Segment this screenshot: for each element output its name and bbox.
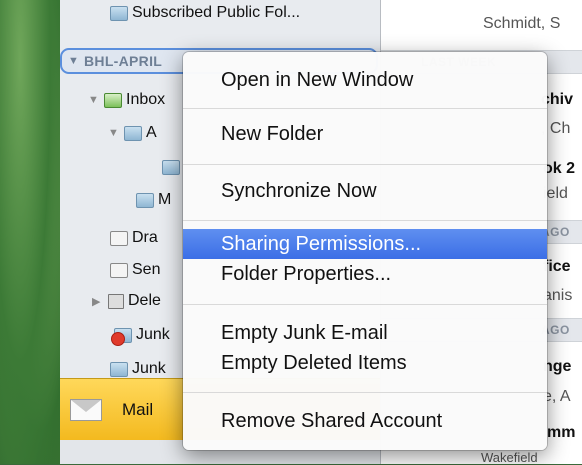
folder-label: Junk [132, 360, 166, 377]
menu-separator [183, 304, 547, 305]
folder-icon [110, 361, 128, 377]
folder-label: Junk [136, 326, 170, 343]
trash-icon [108, 293, 124, 309]
disclosure-triangle-icon[interactable]: ▼ [68, 55, 84, 67]
inbox-icon [104, 92, 122, 108]
menu-item-empty-deleted-items[interactable]: Empty Deleted Items [183, 348, 547, 378]
menu-item-synchronize-now[interactable]: Synchronize Now [183, 173, 547, 209]
folder-label: A [146, 124, 157, 141]
folder-inbox[interactable]: ▼ Inbox [88, 87, 165, 113]
folder-drafts[interactable]: Dra [110, 225, 158, 251]
menu-item-folder-properties[interactable]: Folder Properties... [183, 259, 547, 289]
menu-separator [183, 220, 547, 221]
junk-icon [111, 327, 132, 346]
folder-nested[interactable] [162, 154, 184, 180]
message-sender[interactable]: Schmidt, S [381, 15, 582, 33]
menu-separator [183, 108, 547, 109]
menu-item-sharing-permissions[interactable]: Sharing Permissions... [183, 229, 547, 259]
menu-separator [183, 392, 547, 393]
folder-sent[interactable]: Sen [110, 257, 160, 283]
folder-label: Inbox [126, 91, 166, 108]
folder-icon [162, 159, 180, 175]
nav-mail-label: Mail [122, 400, 154, 419]
disclosure-triangle-icon[interactable]: ▶ [92, 295, 108, 308]
menu-item-remove-shared-account[interactable]: Remove Shared Account [183, 403, 547, 439]
mail-envelope-icon [70, 399, 102, 421]
public-folder-icon [110, 5, 128, 21]
desktop-background [0, 0, 60, 464]
folder-label: M [158, 191, 172, 208]
folder-junk[interactable]: Junk [111, 322, 170, 348]
folder-subscribed-public[interactable]: Subscribed Public Fol... [110, 0, 300, 26]
folder-label: Dra [132, 229, 158, 246]
folder-deleted[interactable]: ▶ Dele [92, 288, 161, 314]
menu-item-open-in-new-window[interactable]: Open in New Window [183, 62, 547, 98]
folder-icon [124, 125, 142, 141]
menu-item-empty-junk-email[interactable]: Empty Junk E-mail [183, 318, 547, 348]
menu-separator [183, 164, 547, 165]
menu-item-new-folder[interactable]: New Folder [183, 116, 547, 152]
disclosure-triangle-icon[interactable]: ▼ [108, 127, 124, 139]
folder-subfolder-m[interactable]: M [136, 187, 171, 213]
context-menu: Open in New Window New Folder Synchroniz… [183, 52, 547, 450]
drafts-icon [110, 230, 128, 246]
disclosure-triangle-icon[interactable]: ▼ [88, 94, 104, 106]
message-sender[interactable]: Wakefield [381, 450, 582, 465]
account-label: BHL-APRIL [84, 53, 163, 69]
folder-subfolder-a[interactable]: ▼ A [108, 120, 157, 146]
folder-label: Subscribed Public Fol... [132, 4, 301, 21]
folder-label: Sen [132, 261, 161, 278]
folder-icon [136, 192, 154, 208]
sent-icon [110, 262, 128, 278]
folder-label: Dele [128, 292, 161, 309]
